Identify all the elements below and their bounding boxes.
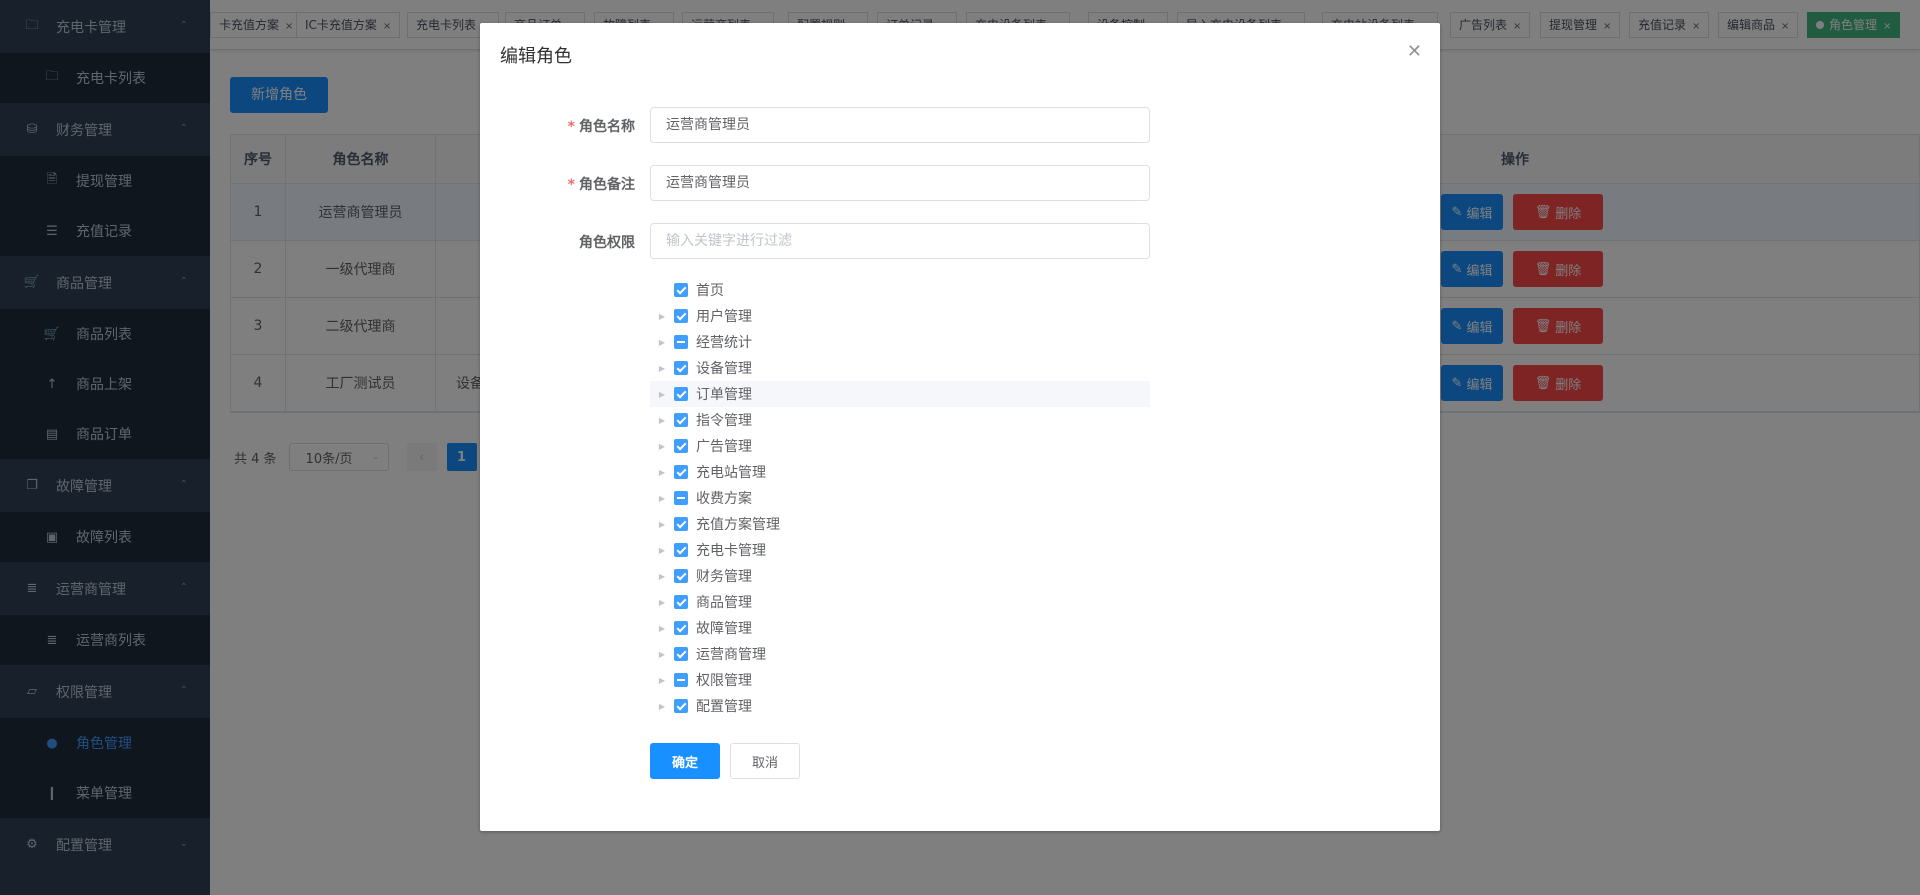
checkbox-checked[interactable] bbox=[674, 387, 688, 401]
permission-filter-input[interactable]: 输入关键字进行过滤 bbox=[650, 223, 1150, 259]
role-remark-input[interactable]: 运营商管理员 bbox=[650, 165, 1150, 201]
caret-right-icon[interactable]: ▶ bbox=[650, 442, 674, 451]
tree-node[interactable]: ▶ 收费方案 bbox=[650, 485, 1150, 511]
role-name-input[interactable]: 运营商管理员 bbox=[650, 107, 1150, 143]
tree-node-label: 财务管理 bbox=[696, 569, 752, 585]
checkbox-checked[interactable] bbox=[674, 413, 688, 427]
required-mark: * bbox=[567, 177, 575, 193]
checkbox-checked[interactable] bbox=[674, 595, 688, 609]
tree-node[interactable]: ▶ 经营统计 bbox=[650, 329, 1150, 355]
tree-node-label: 广告管理 bbox=[696, 439, 752, 455]
tree-node-label: 故障管理 bbox=[696, 621, 752, 637]
close-icon[interactable]: ✕ bbox=[1407, 41, 1422, 62]
checkbox-indeterminate[interactable] bbox=[674, 491, 688, 505]
role-name-label: * 角色名称 bbox=[500, 116, 635, 136]
tree-node-label: 用户管理 bbox=[696, 309, 752, 325]
checkbox-checked[interactable] bbox=[674, 439, 688, 453]
dialog-title: 编辑角色 bbox=[500, 46, 572, 67]
caret-right-icon[interactable]: ▶ bbox=[650, 520, 674, 529]
role-remark-label-text: 角色备注 bbox=[579, 177, 635, 193]
tree-node[interactable]: ▶ 广告管理 bbox=[650, 433, 1150, 459]
required-mark: * bbox=[567, 119, 575, 135]
tree-node[interactable]: ▶ 设备管理 bbox=[650, 355, 1150, 381]
checkbox-checked[interactable] bbox=[674, 517, 688, 531]
tree-node-label: 设备管理 bbox=[696, 361, 752, 377]
checkbox-checked[interactable] bbox=[674, 647, 688, 661]
caret-right-icon[interactable]: ▶ bbox=[650, 312, 674, 321]
caret-right-icon[interactable]: ▶ bbox=[650, 572, 674, 581]
tree-node-label: 充电站管理 bbox=[696, 465, 766, 481]
checkbox-checked[interactable] bbox=[674, 361, 688, 375]
tree-node[interactable]: ▶ 财务管理 bbox=[650, 563, 1150, 589]
tree-node[interactable]: ▶ 配置管理 bbox=[650, 693, 1150, 719]
checkbox-checked[interactable] bbox=[674, 621, 688, 635]
permission-tree: 首页 ▶ 用户管理 ▶ 经营统计 ▶ 设备管理 ▶ 订单管理 ▶ 指令管理 ▶ 广告管理 ▶ 充电站管理 ▶ 收… bbox=[650, 277, 1150, 719]
tree-node-label: 商品管理 bbox=[696, 595, 752, 611]
role-permission-label: 角色权限 bbox=[500, 232, 635, 252]
checkbox-checked[interactable] bbox=[674, 543, 688, 557]
cancel-button[interactable]: 取消 bbox=[730, 743, 800, 779]
tree-node[interactable]: ▶ 商品管理 bbox=[650, 589, 1150, 615]
role-remark-label: * 角色备注 bbox=[500, 174, 635, 194]
tree-node-label: 运营商管理 bbox=[696, 647, 766, 663]
edit-role-dialog: 编辑角色 ✕ * 角色名称 运营商管理员 * 角色备注 运营商管理员 角色权限 输入… bbox=[480, 23, 1440, 831]
tree-node[interactable]: ▶ 订单管理 bbox=[650, 381, 1150, 407]
checkbox-checked[interactable] bbox=[674, 569, 688, 583]
tree-node[interactable]: ▶ 充值方案管理 bbox=[650, 511, 1150, 537]
caret-right-icon[interactable]: ▶ bbox=[650, 650, 674, 659]
role-permission-label-text: 角色权限 bbox=[579, 235, 635, 251]
tree-node-label: 充电卡管理 bbox=[696, 543, 766, 559]
checkbox-checked[interactable] bbox=[674, 283, 688, 297]
tree-node-label: 经营统计 bbox=[696, 335, 752, 351]
tree-node-label: 充值方案管理 bbox=[696, 517, 780, 533]
checkbox-indeterminate[interactable] bbox=[674, 335, 688, 349]
tree-node[interactable]: ▶ 指令管理 bbox=[650, 407, 1150, 433]
caret-right-icon[interactable]: ▶ bbox=[650, 546, 674, 555]
tree-node-label: 权限管理 bbox=[696, 673, 752, 689]
checkbox-indeterminate[interactable] bbox=[674, 673, 688, 687]
tree-node-label: 配置管理 bbox=[696, 699, 752, 715]
confirm-button[interactable]: 确定 bbox=[650, 743, 720, 779]
caret-right-icon[interactable]: ▶ bbox=[650, 624, 674, 633]
role-name-label-text: 角色名称 bbox=[579, 119, 635, 135]
caret-right-icon[interactable]: ▶ bbox=[650, 338, 674, 347]
checkbox-checked[interactable] bbox=[674, 309, 688, 323]
tree-node[interactable]: ▶ 充电站管理 bbox=[650, 459, 1150, 485]
tree-node-label: 收费方案 bbox=[696, 491, 752, 507]
caret-right-icon[interactable]: ▶ bbox=[650, 702, 674, 711]
tree-node-label: 首页 bbox=[696, 283, 724, 299]
caret-right-icon[interactable]: ▶ bbox=[650, 364, 674, 373]
tree-node[interactable]: ▶ 充电卡管理 bbox=[650, 537, 1150, 563]
caret-right-icon[interactable]: ▶ bbox=[650, 494, 674, 503]
caret-right-icon[interactable]: ▶ bbox=[650, 468, 674, 477]
tree-node-label: 指令管理 bbox=[696, 413, 752, 429]
tree-node[interactable]: ▶ 权限管理 bbox=[650, 667, 1150, 693]
checkbox-checked[interactable] bbox=[674, 465, 688, 479]
caret-right-icon[interactable]: ▶ bbox=[650, 598, 674, 607]
caret-right-icon[interactable]: ▶ bbox=[650, 390, 674, 399]
tree-node[interactable]: ▶ 故障管理 bbox=[650, 615, 1150, 641]
tree-node-label: 订单管理 bbox=[696, 387, 752, 403]
tree-node[interactable]: 首页 bbox=[650, 277, 1150, 303]
tree-node[interactable]: ▶ 运营商管理 bbox=[650, 641, 1150, 667]
caret-right-icon[interactable]: ▶ bbox=[650, 416, 674, 425]
caret-right-icon[interactable]: ▶ bbox=[650, 676, 674, 685]
checkbox-checked[interactable] bbox=[674, 699, 688, 713]
tree-node[interactable]: ▶ 用户管理 bbox=[650, 303, 1150, 329]
